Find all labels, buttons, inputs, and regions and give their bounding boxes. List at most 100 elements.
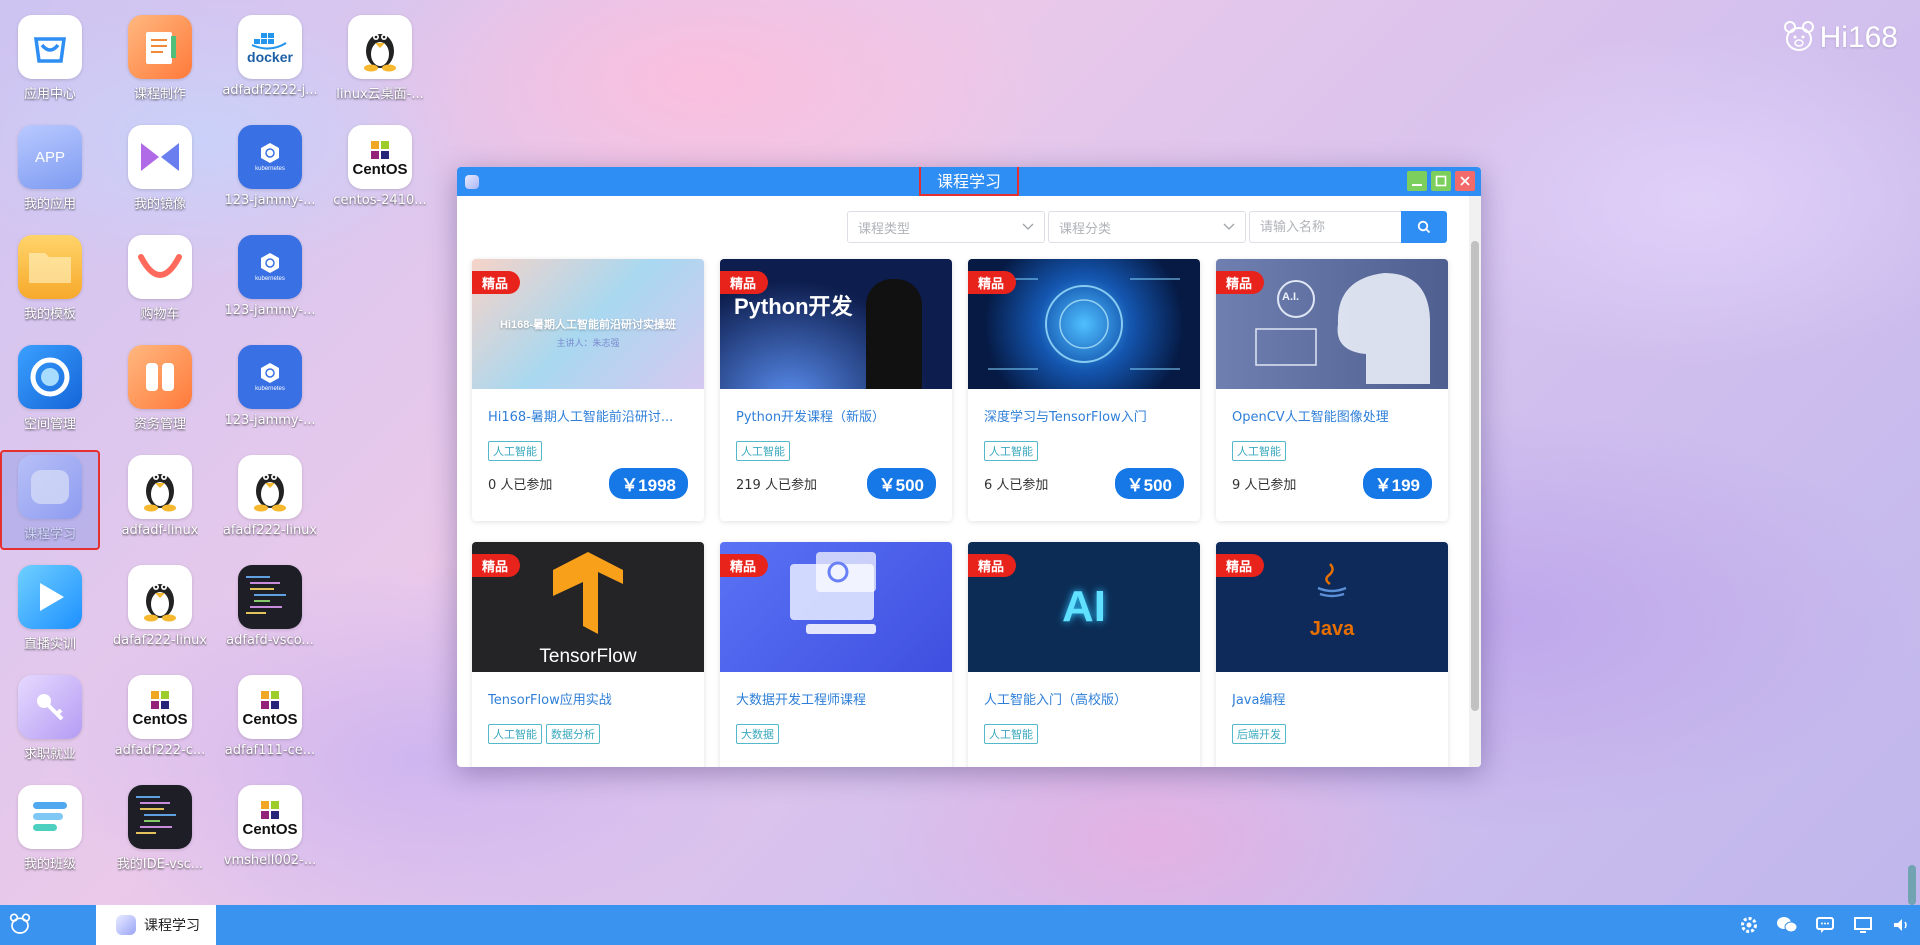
course-title[interactable]: TensorFlow应用实战 <box>488 689 688 708</box>
linux-penguin-icon <box>128 455 192 519</box>
volume-button[interactable] <box>1890 914 1912 936</box>
course-type-select[interactable]: 课程类型 <box>847 211 1045 243</box>
thumbnail-title: TensorFlow <box>539 646 637 667</box>
desktop-icon-label: adfadf2222-j... <box>222 83 318 98</box>
desktop-icon[interactable]: afadf222-linux <box>220 455 320 561</box>
maximize-icon <box>1435 175 1447 187</box>
desktop-icon-label: adfadf-linux <box>121 523 199 538</box>
course-card[interactable]: 精品 Hi168-暑期人工智能前沿研讨实操班 主讲人：朱志强 Hi168-暑期人工智能… <box>472 259 704 521</box>
vscode-icon <box>238 565 302 629</box>
centos-icon: CentOS <box>348 125 412 189</box>
minimize-button[interactable] <box>1407 171 1427 191</box>
centos-icon: CentOS <box>238 675 302 739</box>
start-button[interactable] <box>0 905 40 945</box>
desktop-icon[interactable]: 资务管理 <box>110 345 210 451</box>
desktop-icon[interactable]: CentOS vmshell002-... <box>220 785 320 891</box>
course-card[interactable]: 精品 AI 人工智能入门（高校版） 人工智能 <box>968 542 1200 767</box>
premium-badge: 精品 <box>1216 271 1265 294</box>
window-titlebar[interactable]: 课程学习 <box>457 167 1481 196</box>
price-badge[interactable]: ￥500 <box>1114 468 1184 499</box>
desktop-icon[interactable]: 应用中心 <box>0 15 100 121</box>
maximize-button[interactable] <box>1431 171 1451 191</box>
price-badge[interactable]: ￥1998 <box>609 468 688 499</box>
desktop-icon[interactable]: dafaf222-linux <box>110 565 210 671</box>
desktop-icon[interactable]: linux云桌面-... <box>330 15 430 121</box>
desktop-icon[interactable]: APP 我的应用 <box>0 125 100 231</box>
desktop-icon[interactable]: 我的镜像 <box>110 125 210 231</box>
display-button[interactable] <box>1852 914 1874 936</box>
desktop-icon[interactable]: 购物车 <box>110 235 210 341</box>
taskbar-item-label: 课程学习 <box>144 918 200 934</box>
desktop-icon[interactable]: kubernetes 123-jammy-... <box>220 345 320 451</box>
desktop-icon[interactable]: docker adfadf2222-j... <box>220 15 320 121</box>
course-search-input[interactable] <box>1249 211 1401 243</box>
course-title[interactable]: OpenCV人工智能图像处理 <box>1232 406 1432 425</box>
premium-badge: 精品 <box>1216 554 1265 577</box>
desktop-icon[interactable]: CentOS centos-2410... <box>330 125 430 231</box>
course-title[interactable]: Python开发课程（新版） <box>736 406 936 425</box>
window-scrollbar[interactable] <box>1469 196 1481 767</box>
desktop-icon-label: afadf222-linux <box>222 523 318 538</box>
course-title[interactable]: 深度学习与TensorFlow入门 <box>984 406 1184 425</box>
instructor-figure <box>866 279 922 389</box>
desktop-icon-label: 应用中心 <box>23 87 76 102</box>
course-category-placeholder: 课程分类 <box>1059 221 1112 237</box>
close-button[interactable] <box>1455 171 1475 191</box>
course-title[interactable]: Java编程 <box>1232 689 1432 708</box>
course-thumbnail: 精品 <box>720 542 952 672</box>
desktop-icon[interactable]: 课程制作 <box>110 15 210 121</box>
scrollbar-thumb[interactable] <box>1471 241 1479 711</box>
price-badge[interactable]: ￥199 <box>1362 468 1432 499</box>
course-card[interactable]: 精品 大数据开发工程师课程 大数据 <box>720 542 952 767</box>
settings-gear-button[interactable] <box>1738 914 1760 936</box>
desktop-icon-label: dafaf222-linux <box>112 633 208 648</box>
desktop-icon-label: 求职就业 <box>23 747 76 762</box>
premium-badge: 精品 <box>472 554 521 577</box>
taskbar-item-course-study[interactable]: 课程学习 <box>96 905 216 945</box>
java-cup-icon <box>1317 563 1347 598</box>
class-list-icon <box>18 785 82 849</box>
course-category-select[interactable]: 课程分类 <box>1048 211 1246 243</box>
filter-bar: 课程类型 课程分类 <box>847 211 1447 243</box>
course-tags: 人工智能 <box>984 724 1184 744</box>
notebook-icon <box>128 15 192 79</box>
desktop-icon-label: 我的班级 <box>23 857 76 872</box>
desktop-icon[interactable]: CentOS adfaf111-ce... <box>220 675 320 781</box>
desktop-icon[interactable]: kubernetes 123-jammy-... <box>220 235 320 341</box>
course-thumbnail: 精品 Hi168-暑期人工智能前沿研讨实操班 主讲人：朱志强 <box>472 259 704 389</box>
wechat-button[interactable] <box>1776 914 1798 936</box>
window-app-icon <box>465 174 479 189</box>
desktop-icon[interactable]: 直播实训 <box>0 565 100 671</box>
course-title[interactable]: Hi168-暑期人工智能前沿研讨... <box>488 406 688 425</box>
thumbnail-title: AI <box>1062 582 1106 631</box>
desktop-icon[interactable]: 空间管理 <box>0 345 100 451</box>
desktop-icon[interactable]: kubernetes 123-jammy-... <box>220 125 320 231</box>
centos-icon: CentOS <box>128 675 192 739</box>
course-card[interactable]: 精品 TensorFlow TensorFlow应用实战 人工智能 数据分析 <box>472 542 704 767</box>
desktop-icon[interactable]: 求职就业 <box>0 675 100 781</box>
course-footer: 6 人已参加 ￥500 <box>984 468 1184 499</box>
system-tray <box>1738 905 1912 945</box>
course-tag: 人工智能 <box>984 724 1038 744</box>
linux-penguin-icon <box>128 565 192 629</box>
desktop-scroll-grip[interactable] <box>1908 865 1916 905</box>
course-study-icon <box>116 915 136 935</box>
desktop-icon[interactable]: 我的模板 <box>0 235 100 341</box>
desktop-icon[interactable]: 我的班级 <box>0 785 100 891</box>
desktop-icon-label: 123-jammy-... <box>224 413 316 428</box>
course-title[interactable]: 大数据开发工程师课程 <box>736 689 936 708</box>
course-card[interactable]: 精品 深度学习与TensorFlow入门 人工智能 6 人已参加 ￥500 <box>968 259 1200 521</box>
course-title[interactable]: 人工智能入门（高校版） <box>984 689 1184 708</box>
search-button[interactable] <box>1401 211 1447 243</box>
price-badge[interactable]: ￥500 <box>866 468 936 499</box>
course-card[interactable]: 精品 Python开发 Python开发课程（新版） 人工智能 219 人已参加 ￥500 <box>720 259 952 521</box>
desktop-icon[interactable]: 我的IDE-vsc... <box>110 785 210 891</box>
course-card[interactable]: 精品 A.I. OpenCV人工智能图像处理 人工智能 9 人已参加 ￥199 <box>1216 259 1448 521</box>
desktop-icon[interactable]: adfafd-vsco... <box>220 565 320 671</box>
desktop-icon[interactable]: adfadf-linux <box>110 455 210 561</box>
message-button[interactable] <box>1814 914 1836 936</box>
course-card[interactable]: 精品 Java Java编程 后端开发 <box>1216 542 1448 767</box>
linux-penguin-icon <box>238 455 302 519</box>
window-title: 课程学习 <box>919 167 1019 196</box>
desktop-icon[interactable]: CentOS adfadf222-c... <box>110 675 210 781</box>
